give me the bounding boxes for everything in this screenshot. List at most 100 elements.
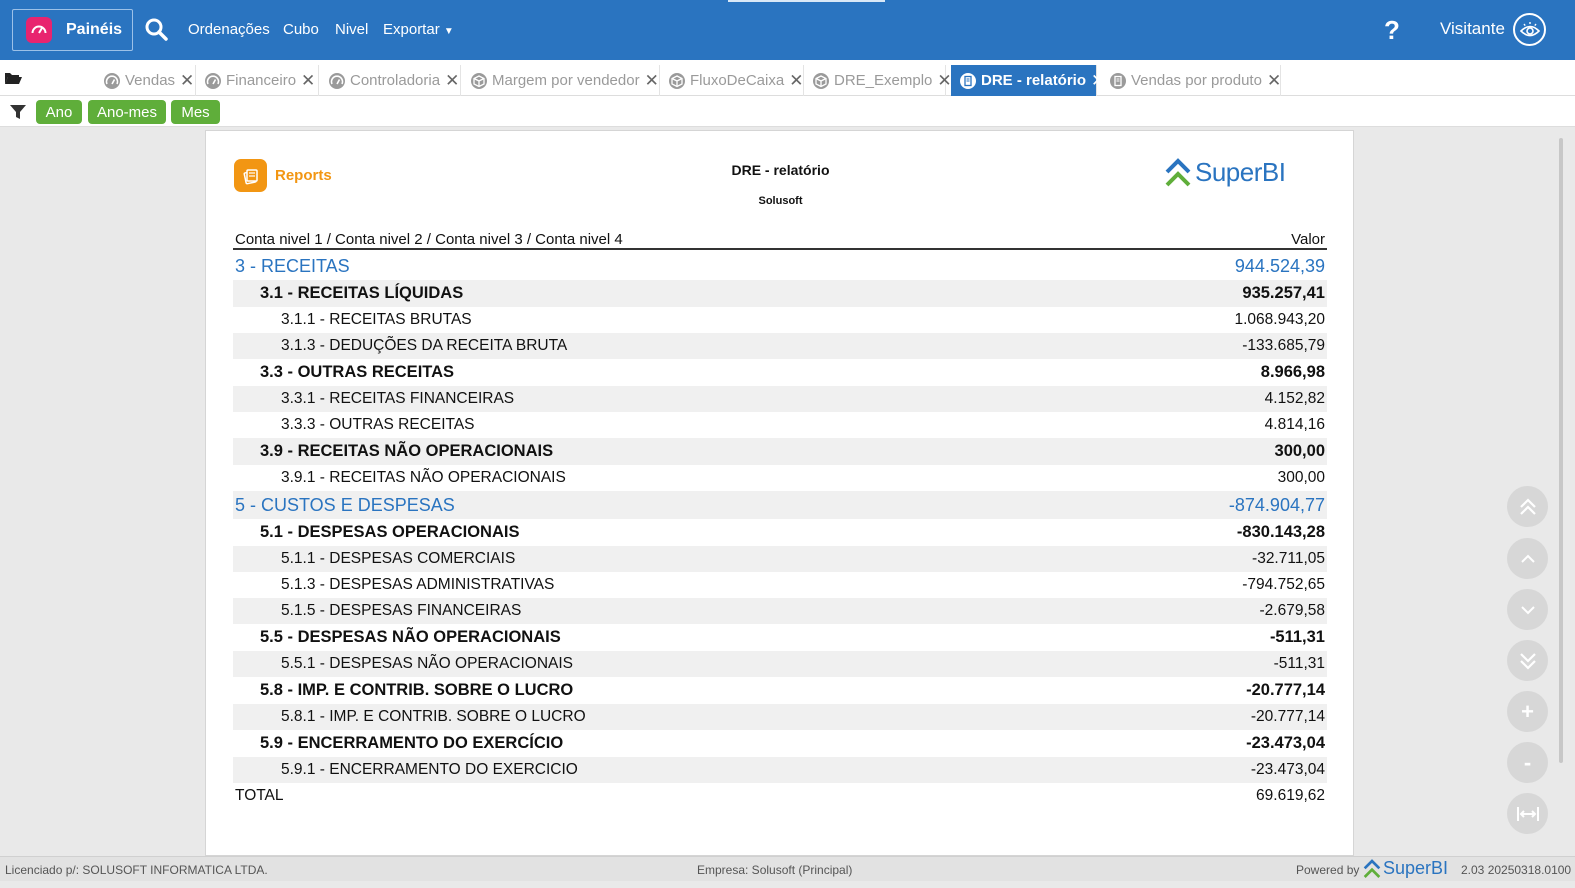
close-icon[interactable]: ✕: [1267, 71, 1281, 91]
report-row[interactable]: 3.1 - RECEITAS LÍQUIDAS 935.257,41: [233, 280, 1327, 307]
footer-license: Licenciado p/: SOLUSOFT INFORMATICA LTDA…: [5, 863, 268, 877]
report-row[interactable]: 3 - RECEITAS 944.524,39: [233, 252, 1327, 280]
report-row[interactable]: 5.9 - ENCERRAMENTO DO EXERCÍCIO -23.473,0…: [233, 730, 1327, 757]
row-value: -20.777,14: [1250, 708, 1325, 725]
report-rows: 3 - RECEITAS 944.524,39 3.1 - RECEITAS LÍQ…: [233, 252, 1327, 809]
report-row[interactable]: 5.8.1 - IMP. E CONTRIB. SOBRE O LUCRO -20…: [233, 704, 1327, 730]
help-icon[interactable]: ?: [1384, 15, 1400, 46]
filter-chip-ano[interactable]: Ano: [36, 100, 82, 124]
tab-7[interactable]: Vendas por produto ✕: [1106, 65, 1281, 96]
scroll-bottom-button[interactable]: [1507, 640, 1548, 681]
tab-2[interactable]: Controladoria ✕: [325, 65, 461, 96]
tab-6[interactable]: DRE - relatório ✕: [951, 65, 1105, 96]
row-label: 3.1.1 - RECEITAS BRUTAS: [281, 311, 472, 328]
row-value: -23.473,04: [1246, 734, 1325, 752]
report-row[interactable]: 3.9 - RECEITAS NÃO OPERACIONAIS 300,00: [233, 438, 1327, 465]
close-icon[interactable]: ✕: [180, 71, 194, 91]
row-label: 3.3 - OUTRAS RECEITAS: [260, 363, 455, 381]
tab-0[interactable]: Vendas ✕: [100, 65, 196, 96]
chevron-up-icon: [1520, 554, 1535, 563]
row-label: 5.1.3 - DESPESAS ADMINISTRATIVAS: [281, 576, 555, 593]
scroll-top-button[interactable]: [1507, 486, 1548, 527]
nav-cubo[interactable]: Cubo: [283, 21, 319, 38]
report-row[interactable]: 5 - CUSTOS E DESPESAS -874.904,77: [233, 491, 1327, 519]
filter-chip-mes[interactable]: Mes: [171, 100, 220, 124]
tab-4[interactable]: FluxoDeCaixa ✕: [665, 65, 804, 96]
tab-label: DRE_Exemplo: [834, 72, 933, 89]
filter-icon[interactable]: [9, 104, 27, 120]
report-row[interactable]: 3.3.1 - RECEITAS FINANCEIRAS 4.152,82: [233, 386, 1327, 412]
row-label: TOTAL: [235, 787, 284, 804]
filter-bar: Ano Ano-mes Mes: [0, 96, 1575, 127]
scroll-up-button[interactable]: [1507, 538, 1548, 579]
report-row[interactable]: 5.1.5 - DESPESAS FINANCEIRAS -2.679,58: [233, 598, 1327, 624]
row-label: 3 - RECEITAS: [235, 255, 350, 276]
report-row[interactable]: 5.1.1 - DESPESAS COMERCIAIS -32.711,05: [233, 546, 1327, 572]
row-value: 8.966,98: [1260, 363, 1325, 381]
row-value: -794.752,65: [1242, 576, 1325, 593]
report-row[interactable]: 3.9.1 - RECEITAS NÃO OPERACIONAIS 300,00: [233, 465, 1327, 491]
row-value: -830.143,28: [1236, 523, 1325, 541]
report-row[interactable]: 5.8 - IMP. E CONTRIB. SOBRE O LUCRO -20.7…: [233, 677, 1327, 704]
gauge-icon: [26, 17, 52, 43]
footer-version: 2.03 20250318.0100: [1461, 863, 1572, 877]
superbi-chevron-icon: [1165, 157, 1191, 186]
paineis-button[interactable]: Painéis: [12, 9, 133, 51]
tab-label: Financeiro: [226, 72, 297, 89]
footer-superbi-text: SuperBI: [1383, 858, 1449, 878]
row-value: 935.257,41: [1242, 284, 1325, 302]
superbi-logo-text: SuperBI: [1195, 157, 1286, 187]
report-row[interactable]: 5.1 - DESPESAS OPERACIONAIS -830.143,28: [233, 519, 1327, 546]
tab-5[interactable]: DRE_Exemplo ✕: [809, 65, 952, 96]
row-value: -511,31: [1269, 628, 1325, 646]
report-subtitle: Solusoft: [758, 195, 803, 207]
close-icon[interactable]: ✕: [301, 71, 315, 91]
row-value: 944.524,39: [1234, 255, 1325, 276]
folder-open-icon[interactable]: [4, 71, 22, 85]
user-name[interactable]: Visitante: [1440, 19, 1505, 39]
report-row[interactable]: TOTAL 69.619,62: [233, 783, 1327, 809]
row-label: 5.5.1 - DESPESAS NÃO OPERACIONAIS: [281, 655, 574, 672]
chevron-down-icon: [1520, 605, 1535, 614]
report-row[interactable]: 5.5.1 - DESPESAS NÃO OPERACIONAIS -511,31: [233, 651, 1327, 677]
close-icon[interactable]: ✕: [1091, 71, 1105, 91]
search-icon[interactable]: [144, 17, 168, 41]
row-label: 3.3.1 - RECEITAS FINANCEIRAS: [281, 390, 515, 407]
filter-chip-ano-mes[interactable]: Ano-mes: [88, 100, 166, 124]
row-label: 5.8.1 - IMP. E CONTRIB. SOBRE O LUCRO: [281, 708, 586, 725]
nav-nivel[interactable]: Nivel: [335, 21, 368, 38]
close-icon[interactable]: ✕: [789, 71, 803, 91]
fit-width-icon: [1516, 806, 1539, 821]
nav-exportar-label: Exportar: [383, 21, 440, 38]
scrollbar-thumb[interactable]: [1559, 138, 1563, 763]
nav-ordenacoes[interactable]: Ordenações: [188, 21, 270, 38]
report-row[interactable]: 5.1.3 - DESPESAS ADMINISTRATIVAS -794.752…: [233, 572, 1327, 598]
fit-width-button[interactable]: [1507, 793, 1548, 834]
tab-3[interactable]: Margem por vendedor ✕: [467, 65, 660, 96]
paineis-label: Painéis: [66, 21, 123, 38]
zoom-in-button[interactable]: +: [1507, 691, 1548, 732]
tab-1[interactable]: Financeiro ✕: [201, 65, 319, 96]
report-row[interactable]: 3.1.1 - RECEITAS BRUTAS 1.068.943,20: [233, 307, 1327, 333]
report-row[interactable]: 5.5 - DESPESAS NÃO OPERACIONAIS -511,31: [233, 624, 1327, 651]
tab-bar: Vendas ✕ Financeiro ✕ Controladoria ✕ Margem p…: [0, 60, 1575, 96]
user-eye-icon[interactable]: [1513, 13, 1546, 46]
close-icon[interactable]: ✕: [445, 71, 459, 91]
status-bar: Licenciado p/: SOLUSOFT INFORMATICA LTDA…: [0, 856, 1575, 881]
report-row[interactable]: 5.9.1 - ENCERRAMENTO DO EXERCICIO -23.473…: [233, 757, 1327, 783]
superbi-chevron-icon: [1363, 858, 1381, 878]
nav-exportar[interactable]: Exportar ▼: [383, 21, 454, 38]
close-icon[interactable]: ✕: [645, 71, 659, 91]
report-page: Reports DRE - relatório Solusoft SuperBI…: [205, 130, 1354, 856]
row-label: 5.9 - ENCERRAMENTO DO EXERCÍCIO: [260, 734, 564, 752]
report-row[interactable]: 3.1.3 - DEDUÇÕES DA RECEITA BRUTA -133.68…: [233, 333, 1327, 359]
close-icon[interactable]: ✕: [937, 71, 951, 91]
row-label: 5.1 - DESPESAS OPERACIONAIS: [260, 523, 520, 541]
footer-superbi-logo: SuperBI: [1363, 858, 1448, 879]
report-row[interactable]: 3.3.3 - OUTRAS RECEITAS 4.814,16: [233, 412, 1327, 438]
row-label: 3.9 - RECEITAS NÃO OPERACIONAIS: [260, 442, 554, 460]
zoom-out-button[interactable]: -: [1507, 742, 1548, 783]
scroll-down-button[interactable]: [1507, 589, 1548, 630]
report-row[interactable]: 3.3 - OUTRAS RECEITAS 8.966,98: [233, 359, 1327, 386]
row-value: 4.152,82: [1264, 390, 1325, 407]
